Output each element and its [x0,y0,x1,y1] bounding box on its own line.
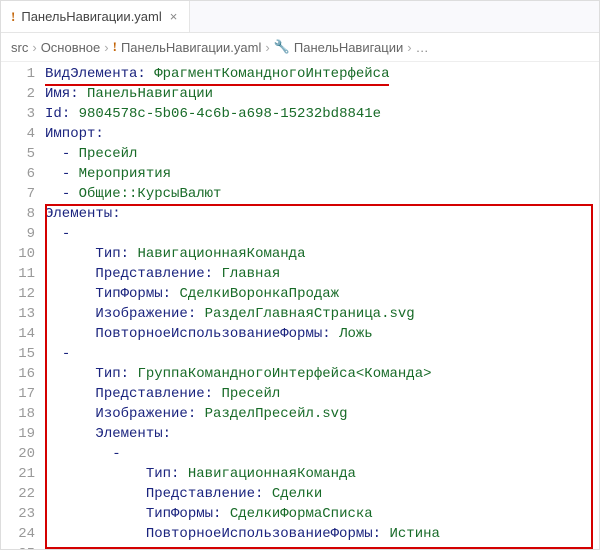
close-icon[interactable]: × [168,9,180,24]
chevron-right-icon: › [104,40,108,55]
line-number: 17 [1,384,35,404]
line-number: 4 [1,124,35,144]
line-number: 19 [1,424,35,444]
code-line[interactable]: ТипФормы: СделкиВоронкаПродаж [45,284,599,304]
line-number: 18 [1,404,35,424]
code-line[interactable]: Изображение: РазделГлавнаяСтраница.svg [45,304,599,324]
code-line[interactable]: Элементы: [45,424,599,444]
line-number: 11 [1,264,35,284]
line-number: 16 [1,364,35,384]
line-number: 1 [1,64,35,84]
line-number: 25 [1,544,35,549]
line-number: 3 [1,104,35,124]
line-number: 15 [1,344,35,364]
code-line[interactable]: Тип: НавигационнаяКоманда [45,244,599,264]
wrench-icon: 🔧 [274,39,290,55]
chevron-right-icon: › [407,40,411,55]
line-number: 14 [1,324,35,344]
editor-window: ! ПанельНавигации.yaml × src › Основное … [0,0,600,550]
code-line[interactable]: - Общие::КурсыВалют [45,184,599,204]
line-number: 13 [1,304,35,324]
breadcrumb-item[interactable]: 🔧ПанельНавигации [274,39,404,55]
breadcrumb-item[interactable]: !ПанельНавигации.yaml [113,39,262,55]
breadcrumb: src › Основное › !ПанельНавигации.yaml ›… [1,33,599,62]
code-line[interactable]: - Мероприятия [45,164,599,184]
line-number: 6 [1,164,35,184]
code-line[interactable]: - [45,444,599,464]
code-line[interactable]: Импорт: [45,124,599,144]
tab-bar: ! ПанельНавигации.yaml × [1,1,599,33]
line-number: 22 [1,484,35,504]
line-number: 24 [1,524,35,544]
code-line[interactable]: ПовторноеИспользованиеФормы: Ложь [45,324,599,344]
code-line[interactable]: Тип: НавигационнаяКоманда [45,464,599,484]
code-line[interactable]: Имя: ПанельНавигации [45,84,599,104]
chevron-right-icon: › [32,40,36,55]
code-line[interactable]: - [45,344,599,364]
line-number: 8 [1,204,35,224]
code-line[interactable]: Id: 9804578c-5b06-4c6b-a698-15232bd8841e [45,104,599,124]
line-number: 9 [1,224,35,244]
code-lines[interactable]: ВидЭлемента: ФрагментКомандногоИнтерфейс… [45,62,599,549]
code-line[interactable]: Элементы: [45,204,599,224]
code-line[interactable]: ТипФормы: СделкиФормаСписка [45,504,599,524]
code-editor[interactable]: 1234567891011121314151617181920212223242… [1,62,599,549]
breadcrumb-item[interactable]: src [11,40,28,55]
line-number: 7 [1,184,35,204]
code-line[interactable]: Тип: ГруппаКомандногоИнтерфейса<Команда> [45,364,599,384]
tab-label: ПанельНавигации.yaml [21,9,161,24]
breadcrumb-overflow[interactable]: … [416,40,429,55]
code-line[interactable]: - [45,224,599,244]
line-number: 21 [1,464,35,484]
yaml-file-icon: ! [11,9,15,25]
code-line[interactable]: Представление: Пресейл [45,384,599,404]
code-line[interactable]: Представление: Главная [45,264,599,284]
line-number: 23 [1,504,35,524]
yaml-file-icon: ! [113,39,117,55]
code-line[interactable]: ПовторноеИспользованиеФормы: Истина [45,524,599,544]
line-number: 20 [1,444,35,464]
tab-active[interactable]: ! ПанельНавигации.yaml × [1,1,190,32]
line-number: 5 [1,144,35,164]
chevron-right-icon: › [265,40,269,55]
code-line[interactable]: ВидЭлемента: ФрагментКомандногоИнтерфейс… [45,64,599,84]
breadcrumb-item[interactable]: Основное [41,40,101,55]
code-line[interactable]: Изображение: РазделПресейл.svg [45,404,599,424]
code-line[interactable]: Представление: Сделки [45,484,599,504]
line-number: 12 [1,284,35,304]
code-line[interactable]: - Пресейл [45,144,599,164]
line-number: 2 [1,84,35,104]
code-line[interactable]: - [45,544,599,549]
line-number-gutter: 1234567891011121314151617181920212223242… [1,62,45,549]
line-number: 10 [1,244,35,264]
